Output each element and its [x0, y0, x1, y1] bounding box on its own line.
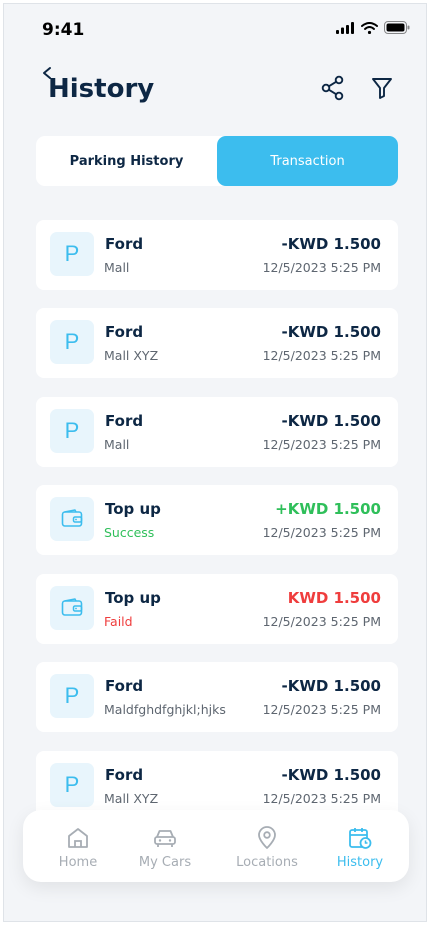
header: History — [4, 62, 426, 122]
nav-item-locations[interactable]: Locations — [222, 810, 312, 882]
transaction-status-success: Success — [104, 525, 155, 540]
nav-item-history[interactable]: History — [315, 810, 405, 882]
parking-letter: P — [64, 772, 80, 797]
transaction-title: Top up — [105, 500, 161, 518]
nav-label-home: Home — [58, 855, 98, 870]
wifi-icon — [361, 21, 378, 34]
transaction-amount: -KWD 1.500 — [281, 323, 381, 341]
status-time: 9:41 — [42, 20, 85, 40]
parking-letter: P — [64, 683, 80, 708]
transaction-subtitle: Maldfghdfghjkl;hjks — [104, 702, 226, 717]
transaction-amount: -KWD 1.500 — [281, 677, 381, 695]
nav-label-my-cars: My Cars — [138, 855, 192, 870]
transaction-amount: -KWD 1.500 — [281, 235, 381, 253]
car-icon — [154, 830, 176, 847]
transaction-card[interactable]: P Ford Maldfghdfghjkl;hjks -KWD 1.500 12… — [36, 662, 398, 732]
parking-icon: P — [50, 763, 94, 807]
transaction-amount: -KWD 1.500 — [281, 412, 381, 430]
transaction-date: 12/5/2023 5:25 PM — [262, 702, 381, 717]
nav-label-history: History — [336, 855, 384, 870]
status-icons — [336, 21, 410, 34]
transaction-date: 12/5/2023 5:25 PM — [262, 614, 381, 629]
transaction-subtitle: Mall — [104, 437, 130, 452]
transaction-title: Ford — [105, 677, 144, 695]
nav-label-locations: Locations — [236, 855, 298, 870]
status-bar: 9:41 — [4, 4, 426, 54]
parking-letter: P — [64, 241, 80, 266]
parking-icon: P — [50, 232, 94, 276]
wallet-icon — [50, 497, 94, 541]
transaction-card[interactable]: Top up Faild KWD 1.500 12/5/2023 5:25 PM — [36, 574, 398, 644]
transaction-date: 12/5/2023 5:25 PM — [262, 525, 381, 540]
filter-icon[interactable] — [370, 76, 394, 100]
transaction-card[interactable]: Top up Success +KWD 1.500 12/5/2023 5:25… — [36, 485, 398, 555]
battery-icon — [384, 21, 410, 34]
transaction-card[interactable]: P Ford Mall -KWD 1.500 12/5/2023 5:25 PM — [36, 220, 398, 290]
wallet-icon — [50, 586, 94, 630]
nav-item-my-cars[interactable]: My Cars — [120, 810, 210, 882]
tab-transaction[interactable]: Transaction — [217, 136, 398, 186]
transaction-title: Top up — [105, 589, 161, 607]
transaction-title: Ford — [105, 766, 144, 784]
transaction-status-failed: Faild — [104, 614, 133, 629]
transaction-title: Ford — [105, 323, 144, 341]
page-title: History — [48, 74, 155, 104]
transaction-subtitle: Mall XYZ — [104, 348, 159, 363]
screen: 9:41 History Parking History Transaction… — [3, 3, 427, 922]
transaction-title: Ford — [105, 412, 144, 430]
transaction-amount: -KWD 1.500 — [281, 766, 381, 784]
transaction-amount: +KWD 1.500 — [275, 500, 381, 518]
calendar-clock-icon — [349, 828, 372, 849]
transaction-subtitle: Mall XYZ — [104, 791, 159, 806]
transaction-amount: KWD 1.500 — [287, 589, 381, 607]
transaction-date: 12/5/2023 5:25 PM — [262, 348, 381, 363]
parking-icon: P — [50, 409, 94, 453]
parking-icon: P — [50, 320, 94, 364]
share-icon[interactable] — [320, 75, 346, 101]
transaction-card[interactable]: P Ford Mall XYZ -KWD 1.500 12/5/2023 5:2… — [36, 308, 398, 378]
home-icon — [68, 828, 88, 848]
parking-icon: P — [50, 674, 94, 718]
transaction-date: 12/5/2023 5:25 PM — [262, 260, 381, 275]
transaction-date: 12/5/2023 5:25 PM — [262, 791, 381, 806]
nav-item-home[interactable]: Home — [33, 810, 123, 882]
tab-parking-history[interactable]: Parking History — [36, 136, 217, 186]
transaction-date: 12/5/2023 5:25 PM — [262, 437, 381, 452]
history-tabs: Parking History Transaction — [36, 136, 398, 186]
parking-letter: P — [64, 418, 80, 443]
transaction-card[interactable]: P Ford Mall -KWD 1.500 12/5/2023 5:25 PM — [36, 397, 398, 467]
transaction-title: Ford — [105, 235, 144, 253]
bottom-nav: Home My Cars Locations History — [23, 810, 409, 882]
signal-icon — [336, 21, 354, 34]
transaction-subtitle: Mall — [104, 260, 130, 275]
parking-letter: P — [64, 329, 80, 354]
location-pin-icon — [258, 826, 276, 849]
